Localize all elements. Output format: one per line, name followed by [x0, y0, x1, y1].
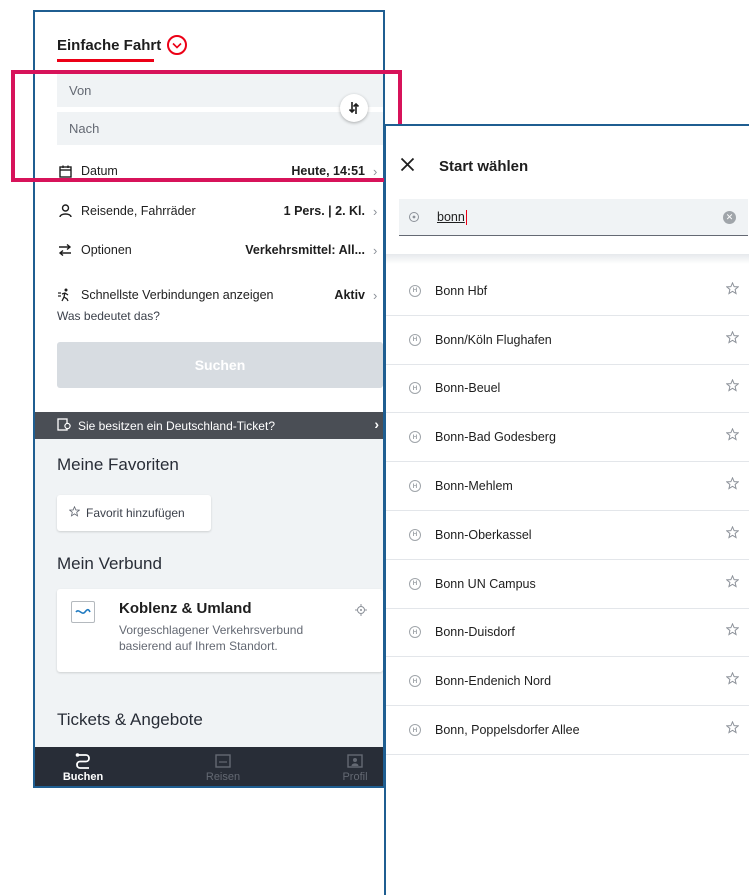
- star-icon[interactable]: [725, 671, 740, 690]
- star-icon[interactable]: [725, 330, 740, 349]
- star-icon[interactable]: [725, 574, 740, 593]
- station-h-icon: H: [409, 675, 421, 688]
- nav-profil[interactable]: Profil: [325, 751, 383, 783]
- station-h-icon: H: [409, 528, 421, 541]
- station-list-item[interactable]: H Bonn-Bad Godesberg: [386, 413, 749, 463]
- star-icon[interactable]: [725, 427, 740, 446]
- banner-text: Sie besitzen ein Deutschland-Ticket?: [78, 418, 275, 433]
- trip-type-label: Einfache Fahrt: [57, 36, 162, 54]
- options-row[interactable]: Optionen Verkehrsmittel: All... ›: [57, 239, 383, 261]
- fastest-info-link[interactable]: Was bedeutet das?: [57, 309, 160, 323]
- search-button[interactable]: Suchen: [57, 342, 383, 388]
- station-name: Bonn-Mehlem: [435, 479, 513, 494]
- station-header: Start wählen: [386, 126, 749, 196]
- chevron-down-icon: [167, 35, 188, 55]
- nav-buchen-label: Buchen: [62, 771, 104, 783]
- station-list: H Bonn Hbf H Bonn/Köln Flughafen H Bonn-Beuel…: [386, 267, 749, 755]
- screenshot-composite: Einfache Fahrt Von Nach Datum Heute, 14:…: [0, 0, 749, 895]
- trip-type-selector[interactable]: Einfache Fahrt: [57, 35, 188, 55]
- options-value: Verkehrsmittel: All...: [245, 243, 365, 257]
- deutschland-ticket-banner[interactable]: Sie besitzen ein Deutschland-Ticket? ›: [35, 412, 383, 439]
- station-h-icon: H: [409, 284, 421, 297]
- bottom-navigation: Buchen Reisen Profil: [35, 747, 383, 786]
- station-h-icon: H: [409, 626, 421, 639]
- station-search-input[interactable]: bonn ✕: [399, 199, 748, 236]
- close-icon[interactable]: [400, 157, 415, 177]
- station-name: Bonn Hbf: [435, 283, 488, 298]
- station-list-item[interactable]: H Bonn-Oberkassel: [386, 511, 749, 560]
- add-favorite-button[interactable]: Favorit hinzufügen: [57, 495, 211, 531]
- station-list-item[interactable]: H Bonn-Mehlem: [386, 462, 749, 511]
- star-icon[interactable]: [725, 525, 740, 544]
- station-list-item[interactable]: H Bonn Hbf: [386, 267, 749, 316]
- trip-type-underline: [57, 59, 154, 62]
- station-name: Bonn-Oberkassel: [435, 527, 532, 542]
- chevron-right-icon: ›: [373, 242, 378, 258]
- star-icon[interactable]: [725, 720, 740, 739]
- station-h-icon: H: [409, 333, 421, 346]
- station-list-item[interactable]: H Bonn/Köln Flughafen: [386, 316, 749, 365]
- travellers-label: Reisende, Fahrräder: [81, 204, 196, 218]
- station-h-icon: H: [409, 480, 421, 493]
- highlight-box: [11, 70, 402, 182]
- chevron-right-icon: ›: [374, 416, 379, 432]
- travellers-value: 1 Pers. | 2. Kl.: [283, 204, 365, 218]
- station-h-icon: H: [409, 577, 421, 590]
- station-name: Bonn-Beuel: [435, 381, 501, 396]
- nav-profil-label: Profil: [342, 771, 368, 783]
- verbund-card[interactable]: Koblenz & Umland Vorgeschlagener Verkehr…: [57, 589, 383, 672]
- star-icon[interactable]: [725, 623, 740, 641]
- search-value: bonn: [437, 210, 465, 224]
- station-h-icon: H: [409, 382, 421, 395]
- chevron-right-icon: ›: [373, 287, 378, 303]
- list-divider-shadow: [386, 254, 749, 264]
- star-icon[interactable]: [725, 476, 740, 495]
- verbund-name: Koblenz & Umland: [119, 600, 252, 617]
- add-favorite-label: Favorit hinzufügen: [86, 506, 185, 520]
- fastest-value: Aktiv: [334, 288, 365, 302]
- station-name: Bonn-Endenich Nord: [435, 674, 552, 689]
- trips-icon: [193, 751, 253, 771]
- verbund-description: Vorgeschlagener Verkehrsverbund basieren…: [119, 623, 304, 653]
- walking-person-icon: [57, 287, 73, 303]
- station-name: Bonn-Duisdorf: [435, 625, 515, 640]
- star-icon[interactable]: [725, 281, 740, 300]
- station-list-item[interactable]: H Bonn, Poppelsdorfer Allee: [386, 706, 749, 755]
- options-label: Optionen: [81, 243, 132, 257]
- chevron-right-icon: ›: [373, 203, 378, 219]
- nav-buchen[interactable]: Buchen: [53, 751, 113, 783]
- verbund-logo: [71, 601, 95, 623]
- nav-reisen-label: Reisen: [205, 771, 241, 783]
- station-name: Bonn-Bad Godesberg: [435, 430, 556, 445]
- location-icon: [355, 603, 367, 621]
- text-cursor: [465, 209, 467, 225]
- route-icon: [53, 751, 113, 771]
- station-selection-screen: Start wählen bonn ✕ H Bonn Hbf H Bonn/Köln …: [384, 124, 749, 895]
- options-icon: [57, 242, 73, 258]
- fastest-connections-row[interactable]: Schnellste Verbindungen anzeigen Aktiv ›: [57, 284, 383, 306]
- clear-icon[interactable]: ✕: [723, 211, 736, 224]
- favorites-title: Meine Favoriten: [57, 455, 179, 474]
- station-h-icon: H: [409, 431, 421, 444]
- station-list-item[interactable]: H Bonn UN Campus: [386, 560, 749, 609]
- star-icon: [68, 505, 81, 520]
- station-list-item[interactable]: H Bonn-Endenich Nord: [386, 657, 749, 707]
- verbund-title: Mein Verbund: [57, 554, 162, 573]
- station-name: Bonn UN Campus: [435, 576, 536, 591]
- star-icon[interactable]: [725, 379, 740, 397]
- station-name: Bonn/Köln Flughafen: [435, 332, 552, 347]
- screen-title: Start wählen: [439, 158, 529, 175]
- tickets-title: Tickets & Angebote: [57, 710, 203, 729]
- ticket-icon: [57, 417, 71, 434]
- person-icon: [57, 203, 73, 219]
- station-name: Bonn, Poppelsdorfer Allee: [435, 723, 580, 738]
- station-list-item[interactable]: H Bonn-Duisdorf: [386, 609, 749, 658]
- profile-icon: [325, 751, 383, 771]
- travellers-row[interactable]: Reisende, Fahrräder 1 Pers. | 2. Kl. ›: [57, 200, 383, 222]
- station-list-item[interactable]: H Bonn-Beuel: [386, 365, 749, 414]
- fastest-label: Schnellste Verbindungen anzeigen: [81, 288, 274, 302]
- nav-reisen[interactable]: Reisen: [193, 751, 253, 783]
- location-target-icon: [408, 211, 424, 223]
- station-h-icon: H: [409, 724, 421, 737]
